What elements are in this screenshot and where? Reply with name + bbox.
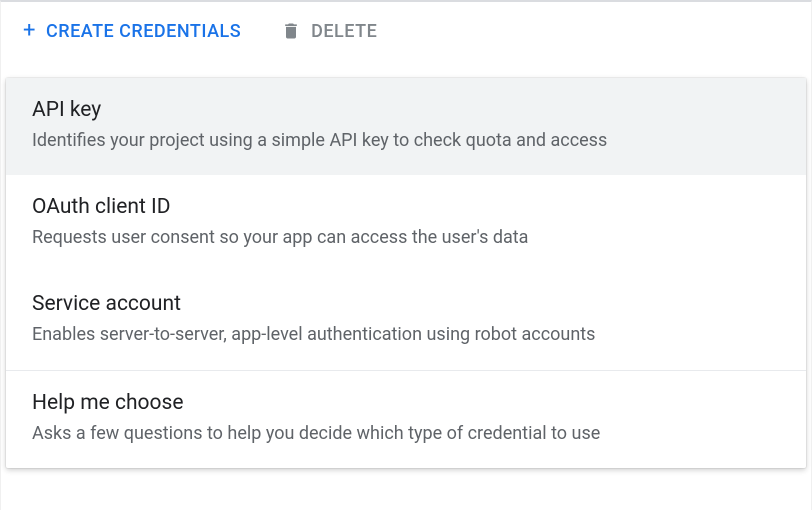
- trash-icon: [281, 20, 301, 42]
- dropdown-item-description: Asks a few questions to help you decide …: [32, 421, 780, 446]
- create-credentials-label: CREATE CREDENTIALS: [46, 21, 241, 42]
- dropdown-item-title: Help me choose: [32, 391, 780, 415]
- dropdown-item-description: Identifies your project using a simple A…: [32, 128, 780, 153]
- dropdown-item-oauth-client-id[interactable]: OAuth client ID Requests user consent so…: [6, 175, 806, 272]
- delete-button[interactable]: DELETE: [281, 20, 377, 42]
- plus-icon: +: [23, 20, 36, 42]
- toolbar: + CREATE CREDENTIALS DELETE: [1, 2, 811, 60]
- create-credentials-button[interactable]: + CREATE CREDENTIALS: [23, 20, 241, 42]
- dropdown-item-service-account[interactable]: Service account Enables server-to-server…: [6, 272, 806, 369]
- dropdown-item-title: API key: [32, 98, 780, 122]
- dropdown-item-description: Enables server-to-server, app-level auth…: [32, 322, 780, 347]
- create-credentials-dropdown: API key Identifies your project using a …: [6, 78, 806, 468]
- dropdown-item-help-me-choose[interactable]: Help me choose Asks a few questions to h…: [6, 371, 806, 468]
- delete-label: DELETE: [311, 21, 377, 42]
- dropdown-item-description: Requests user consent so your app can ac…: [32, 225, 780, 250]
- dropdown-item-title: Service account: [32, 292, 780, 316]
- dropdown-item-title: OAuth client ID: [32, 195, 780, 219]
- dropdown-item-api-key[interactable]: API key Identifies your project using a …: [6, 78, 806, 175]
